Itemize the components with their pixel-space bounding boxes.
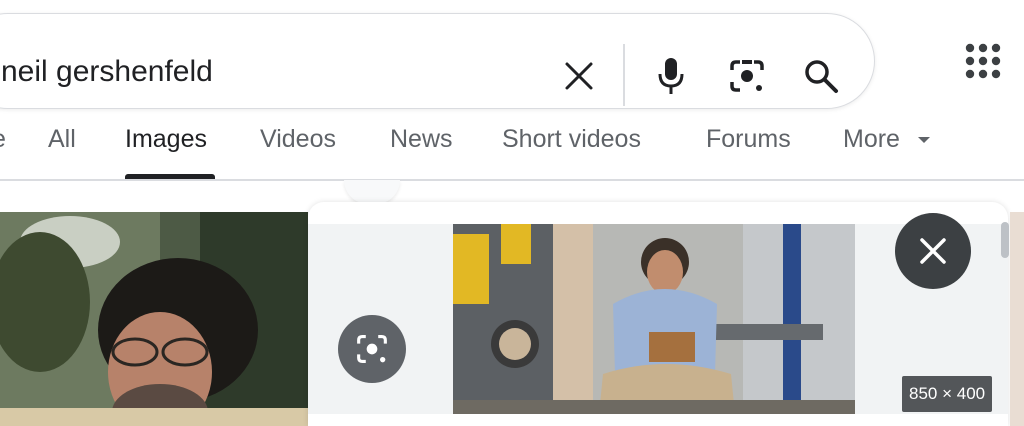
tab-short-videos[interactable]: Short videos [502, 125, 641, 154]
preview-image[interactable] [453, 224, 855, 414]
tab-images[interactable]: Images [125, 125, 207, 154]
tab-more-label: More [843, 125, 900, 153]
close-preview-button[interactable] [895, 213, 971, 289]
image-dimensions-badge: 850 × 400 [902, 376, 993, 412]
portrait-thumbnail-image [0, 212, 308, 426]
next-result-edge[interactable] [1010, 212, 1024, 426]
tabs-divider [0, 179, 1024, 181]
lens-search-button[interactable] [725, 52, 769, 100]
preview-scrollbar[interactable] [1001, 222, 1009, 258]
lab-photo-image [453, 224, 855, 414]
search-button[interactable] [799, 52, 843, 100]
tab-forums[interactable]: Forums [706, 125, 791, 154]
camera-lens-icon [357, 335, 387, 363]
apps-button[interactable] [960, 38, 1006, 84]
voice-search-button[interactable] [649, 52, 693, 100]
search-bar[interactable]: neil gershenfeld [0, 13, 875, 109]
tab-partial[interactable]: e [0, 125, 6, 154]
close-icon [565, 62, 593, 90]
image-result-thumbnail[interactable] [0, 212, 308, 426]
search-icon [805, 60, 838, 93]
search-divider [623, 44, 625, 106]
tab-all[interactable]: All [48, 125, 76, 154]
tab-videos[interactable]: Videos [260, 125, 336, 154]
search-tabs: e All Images Videos News Short videos Fo… [0, 120, 1024, 180]
close-icon [920, 238, 946, 264]
tab-more[interactable]: More [843, 125, 931, 154]
search-input[interactable]: neil gershenfeld [1, 55, 213, 89]
tab-news[interactable]: News [390, 125, 453, 154]
visual-search-button[interactable] [338, 315, 406, 383]
camera-lens-icon [730, 60, 764, 92]
caret-down-icon [917, 137, 930, 144]
apps-grid-icon [965, 43, 1001, 79]
preview-pointer [344, 180, 400, 204]
image-preview-panel: 850 × 400 [308, 202, 1008, 426]
clear-search-button[interactable] [557, 52, 601, 100]
microphone-icon [658, 58, 684, 94]
